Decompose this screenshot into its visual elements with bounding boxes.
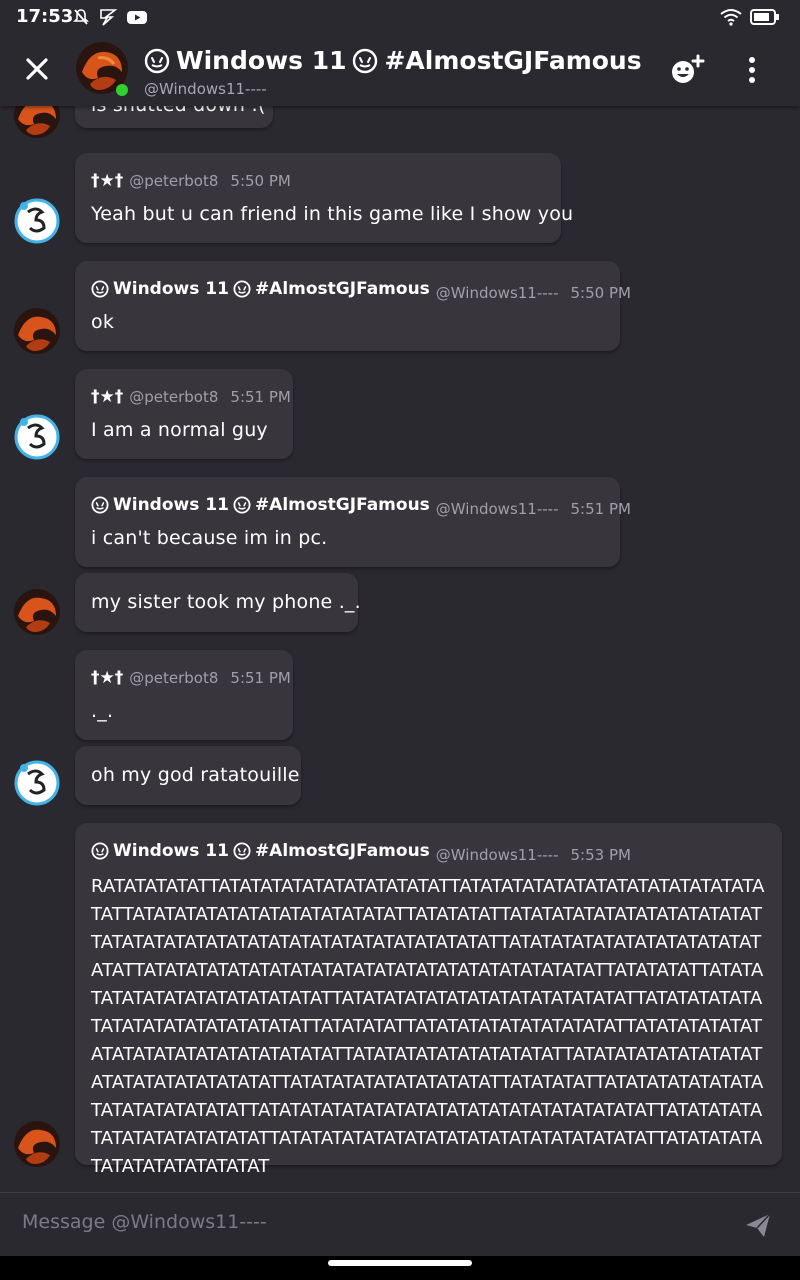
flash-icon xyxy=(100,9,118,26)
message-meta: Windows 11 #AlmostGJFamous @Windows11---… xyxy=(91,841,631,864)
message-bubble[interactable]: my sister took my phone ._. xyxy=(75,573,361,632)
youtube-icon xyxy=(127,11,147,24)
message-text: Yeah but u can friend in this game like … xyxy=(91,203,574,225)
author-name-part: Windows 11 xyxy=(113,841,229,861)
system-nav-bar xyxy=(0,1256,800,1280)
home-gesture-bar[interactable] xyxy=(328,1260,472,1266)
more-options-icon[interactable] xyxy=(740,54,764,86)
send-icon[interactable] xyxy=(744,1211,772,1239)
author-name[interactable]: Windows 11 #AlmostGJFamous xyxy=(91,495,430,515)
message-timestamp: 5:53 PM xyxy=(570,846,631,864)
author-handle: @Windows11---- xyxy=(435,846,559,864)
avatar[interactable] xyxy=(14,1121,60,1167)
status-right-icons xyxy=(720,8,780,26)
status-time: 17:53 xyxy=(16,6,74,27)
avatar[interactable] xyxy=(14,414,60,460)
battery-icon xyxy=(750,9,779,25)
avatar[interactable] xyxy=(14,308,60,354)
author-tag: #AlmostGJFamous xyxy=(254,841,430,861)
message-bubble[interactable]: †★† @peterbot8 5:51 PM I am a normal guy xyxy=(75,369,293,459)
status-left-icons xyxy=(72,8,148,26)
avatar[interactable] xyxy=(14,589,60,635)
title-tag: #AlmostGJFamous xyxy=(384,46,642,75)
author-tag: #AlmostGJFamous xyxy=(254,279,430,299)
author-tag: #AlmostGJFamous xyxy=(254,495,430,515)
message-timestamp: 5:51 PM xyxy=(570,500,631,518)
peace-emoji-icon xyxy=(233,496,251,514)
peace-emoji-icon xyxy=(233,842,251,860)
author-name-part: Windows 11 xyxy=(113,495,229,515)
avatar[interactable] xyxy=(14,106,60,138)
author-handle: @Windows11---- xyxy=(435,500,559,518)
page-title: Windows 11 #AlmostGJFamous xyxy=(144,46,642,75)
message-meta: Windows 11 #AlmostGJFamous @Windows11---… xyxy=(91,495,631,518)
message-text: ok xyxy=(91,311,115,333)
peace-emoji-icon xyxy=(353,48,378,73)
online-status-dot xyxy=(116,84,128,96)
message-meta: †★† @peterbot8 5:51 PM xyxy=(91,387,291,407)
message-text: i can't because im in pc. xyxy=(91,527,328,549)
peace-emoji-icon xyxy=(144,48,170,73)
peace-emoji-icon xyxy=(91,280,109,298)
peace-emoji-icon xyxy=(91,496,109,514)
message-timestamp: 5:51 PM xyxy=(230,388,291,406)
avatar[interactable] xyxy=(14,760,60,806)
author-handle: @peterbot8 xyxy=(129,669,219,687)
message-text: RATATATATATTATATATATATATATATATATATTATATA… xyxy=(91,876,765,1177)
message-meta: †★† @peterbot8 5:50 PM xyxy=(91,171,291,191)
author-name[interactable]: Windows 11 #AlmostGJFamous xyxy=(91,279,430,299)
author-handle: @peterbot8 xyxy=(129,172,219,190)
message-list[interactable]: is shutted down :( †★† @peterbot8 5:50 P… xyxy=(0,106,800,1192)
message-text: I am a normal guy xyxy=(91,419,268,441)
author-name[interactable]: †★† xyxy=(91,668,123,688)
bell-off-icon xyxy=(73,9,89,25)
message-bubble[interactable]: †★† @peterbot8 5:50 PM Yeah but u can fr… xyxy=(75,153,573,243)
message-timestamp: 5:50 PM xyxy=(570,284,631,302)
message-text: ._. xyxy=(91,700,114,722)
peace-emoji-icon xyxy=(91,842,109,860)
author-name[interactable]: Windows 11 #AlmostGJFamous xyxy=(91,841,430,861)
message-bubble[interactable]: Windows 11 #AlmostGJFamous @Windows11---… xyxy=(75,261,631,351)
message-timestamp: 5:51 PM xyxy=(230,669,291,687)
wifi-icon xyxy=(720,9,742,26)
message-input[interactable]: Message @Windows11---- xyxy=(22,1211,267,1233)
author-handle: @peterbot8 xyxy=(129,388,219,406)
peace-emoji-icon xyxy=(233,280,251,298)
author-handle: @Windows11---- xyxy=(435,284,559,302)
author-name[interactable]: †★† xyxy=(91,387,123,407)
message-text: is shutted down :( xyxy=(91,106,266,116)
header-subtitle: @Windows11---- xyxy=(144,80,267,98)
message-bubble[interactable]: Windows 11 #AlmostGJFamous @Windows11---… xyxy=(75,477,631,567)
message-meta: Windows 11 #AlmostGJFamous @Windows11---… xyxy=(91,279,631,302)
title-name: Windows 11 xyxy=(176,46,347,75)
message-composer[interactable]: Message @Windows11---- xyxy=(0,1192,800,1257)
message-timestamp: 5:50 PM xyxy=(230,172,291,190)
message-bubble[interactable]: Windows 11 #AlmostGJFamous @Windows11---… xyxy=(75,823,782,1177)
message-bubble[interactable]: †★† @peterbot8 5:51 PM ._. xyxy=(75,650,293,740)
dm-header: Windows 11 #AlmostGJFamous @Windows11---… xyxy=(0,34,800,106)
message-meta: †★† @peterbot8 5:51 PM xyxy=(91,668,291,688)
message-text: oh my god ratatouille xyxy=(91,764,300,786)
author-name[interactable]: †★† xyxy=(91,171,123,191)
message-text: my sister took my phone ._. xyxy=(91,591,361,613)
close-icon[interactable] xyxy=(22,54,52,84)
author-name-part: Windows 11 xyxy=(113,279,229,299)
message-bubble[interactable]: oh my god ratatouille xyxy=(75,746,301,805)
avatar[interactable] xyxy=(14,198,60,244)
status-bar: 17:53 xyxy=(0,0,800,34)
message-bubble[interactable]: is shutted down :( xyxy=(75,106,273,128)
add-friend-emoji-icon[interactable] xyxy=(668,54,708,86)
